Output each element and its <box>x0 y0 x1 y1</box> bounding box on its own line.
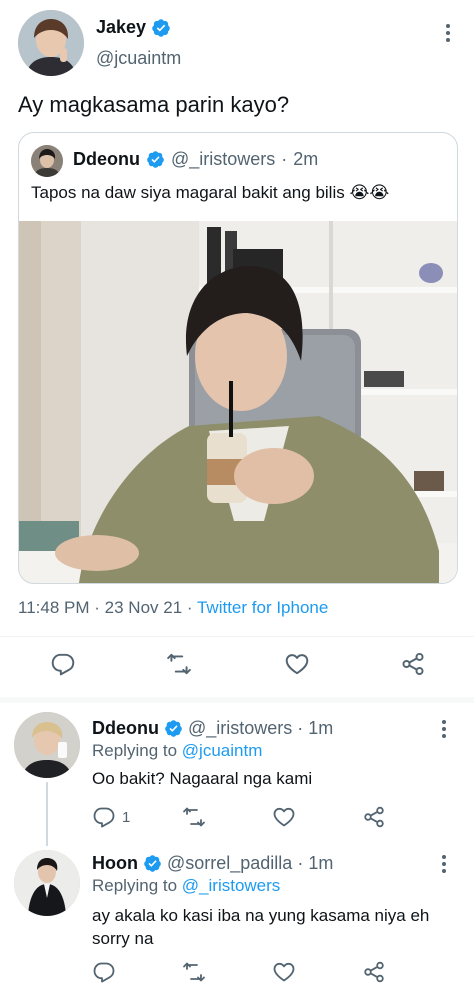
quoted-tweet-text: Tapos na daw siya magaral bakit ang bili… <box>31 183 390 202</box>
reply-author-handle[interactable]: @sorrel_padilla <box>167 853 292 874</box>
reply-button[interactable] <box>50 651 76 677</box>
author-name[interactable]: Jakey <box>96 17 146 38</box>
like-button[interactable] <box>284 651 310 677</box>
reply-avatar[interactable] <box>14 712 80 778</box>
reply-avatar-image <box>14 712 80 778</box>
reply-text: Oo bakit? Nagaaral nga kami <box>92 769 313 788</box>
section-divider <box>0 697 474 703</box>
quoted-author-name: Ddeonu <box>73 149 140 169</box>
author-handle[interactable]: @jcuaintm <box>96 48 181 69</box>
replying-to-handle[interactable]: @jcuaintm <box>182 741 263 760</box>
quoted-author-avatar-image <box>31 145 63 177</box>
retweet-icon <box>166 651 192 677</box>
divider <box>0 636 474 637</box>
reply-author-handle[interactable]: @_iristowers <box>188 718 292 739</box>
share-icon <box>362 805 386 829</box>
reply-time: 1m <box>308 718 334 738</box>
retweet-button[interactable] <box>166 651 192 677</box>
verified-badge-icon <box>143 854 162 873</box>
share-icon <box>400 651 426 677</box>
like-icon <box>272 805 296 829</box>
tweet-date: 23 Nov 21 <box>104 598 183 617</box>
reply-count: 1 <box>122 808 131 826</box>
more-options-icon[interactable] <box>438 22 458 42</box>
reply-avatar[interactable] <box>14 850 80 916</box>
meta-separator: · <box>186 598 193 617</box>
verified-badge-icon <box>151 18 171 38</box>
tweet-text: Ay magkasama parin kayo? <box>18 92 290 117</box>
reply-text: ay akala ko kasi iba na yung kasama niya… <box>92 906 430 948</box>
replying-to-handle[interactable]: @_iristowers <box>182 876 281 895</box>
replying-to-label: Replying to <box>92 876 178 895</box>
retweet-button[interactable] <box>182 805 206 829</box>
like-button[interactable] <box>272 960 296 984</box>
reply-avatar-image <box>14 850 80 916</box>
meta-separator: · <box>94 598 100 617</box>
retweet-button[interactable] <box>182 960 206 984</box>
reply-icon <box>92 805 116 829</box>
reply-author-name[interactable]: Ddeonu <box>92 718 159 739</box>
like-icon <box>272 960 296 984</box>
quoted-author-handle: @_iristowers <box>171 149 276 169</box>
reply-icon <box>92 960 116 984</box>
reply-button[interactable] <box>92 960 116 984</box>
author-avatar[interactable] <box>18 10 84 76</box>
reply-separator: · <box>297 853 304 873</box>
reply-author-name[interactable]: Hoon <box>92 853 138 874</box>
reply-separator: · <box>297 718 304 738</box>
quoted-time: 2m <box>293 149 319 169</box>
replying-to-label: Replying to <box>92 741 178 760</box>
reply-button[interactable]: 1 <box>92 805 130 829</box>
retweet-icon <box>182 960 206 984</box>
reply-icon <box>50 651 76 677</box>
more-options-icon[interactable] <box>434 718 454 738</box>
more-options-icon[interactable] <box>434 853 454 873</box>
tweet-time: 11:48 PM <box>18 598 90 617</box>
quoted-separator: · <box>281 149 288 169</box>
like-icon <box>284 651 310 677</box>
quoted-tweet-photo[interactable] <box>19 221 457 583</box>
share-button[interactable] <box>400 651 426 677</box>
quoted-author-avatar <box>31 145 63 177</box>
thread-connector-line <box>46 782 48 846</box>
tweet-source-link[interactable]: Twitter for Iphone <box>197 598 328 617</box>
share-icon <box>362 960 386 984</box>
retweet-icon <box>182 805 206 829</box>
share-button[interactable] <box>362 960 386 984</box>
like-button[interactable] <box>272 805 296 829</box>
author-avatar-image <box>18 10 84 76</box>
share-button[interactable] <box>362 805 386 829</box>
verified-badge-icon <box>164 719 183 738</box>
tweet-photo-image <box>19 221 457 583</box>
quoted-verified-badge-icon <box>146 150 165 169</box>
quoted-tweet-card[interactable]: Ddeonu @_iristowers · 2m Tapos na daw si… <box>18 132 458 584</box>
reply-time: 1m <box>308 853 334 873</box>
